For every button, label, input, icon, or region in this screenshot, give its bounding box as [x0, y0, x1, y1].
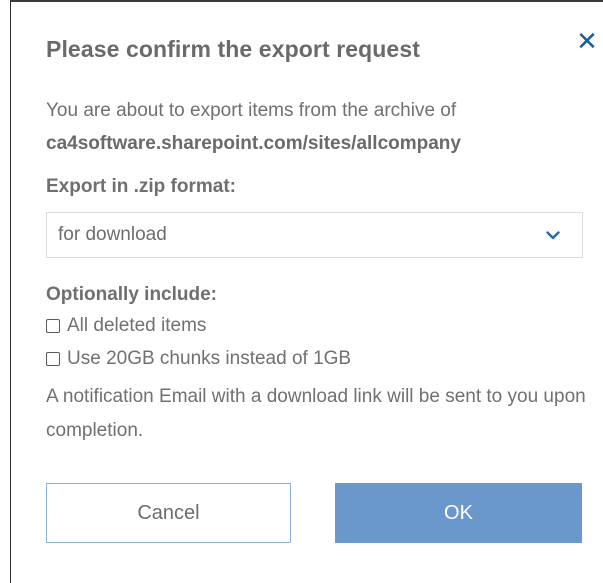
dialog-intro: You are about to export items from the a…: [46, 94, 591, 160]
dialog-title: Please confirm the export request: [46, 36, 420, 62]
format-select[interactable]: for download: [46, 212, 583, 258]
export-confirm-dialog: Please confirm the export request ✕ You …: [12, 2, 603, 583]
checkbox[interactable]: [46, 352, 60, 366]
ok-button[interactable]: OK: [335, 483, 582, 543]
option-deleted-items[interactable]: All deleted items: [46, 315, 206, 337]
cancel-button[interactable]: Cancel: [46, 483, 291, 543]
window-edge-left: [0, 0, 11, 583]
intro-text: You are about to export items from the a…: [46, 100, 457, 121]
notification-note: A notification Email with a download lin…: [46, 386, 586, 441]
format-label: Export in .zip format:: [46, 176, 236, 197]
format-select-value: for download: [58, 224, 167, 245]
option-label: All deleted items: [67, 315, 207, 336]
site-url: ca4software.sharepoint.com/sites/allcomp…: [46, 133, 461, 154]
option-label: Use 20GB chunks instead of 1GB: [67, 348, 352, 369]
optional-label: Optionally include:: [46, 284, 218, 305]
checkbox[interactable]: [46, 319, 60, 333]
close-icon[interactable]: ✕: [574, 28, 600, 54]
chevron-down-icon: [546, 230, 560, 240]
option-20gb-chunks[interactable]: Use 20GB chunks instead of 1GB: [46, 348, 351, 370]
